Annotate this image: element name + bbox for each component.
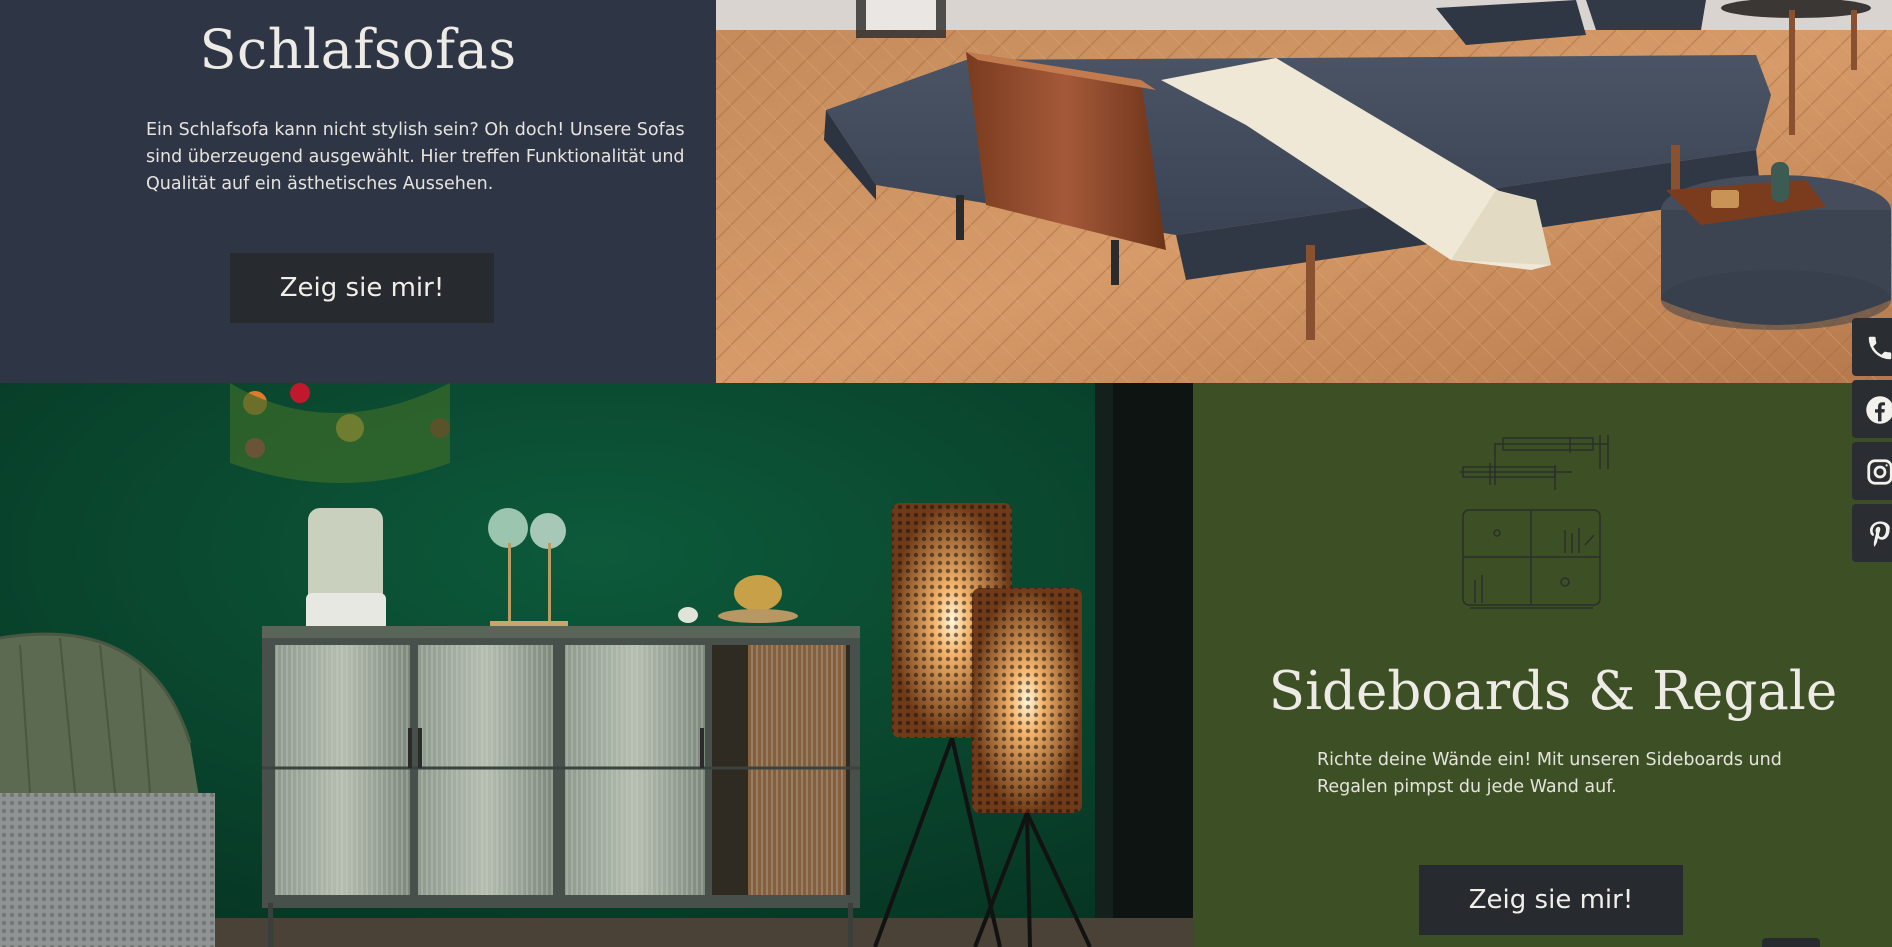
facebook-icon [1866, 396, 1892, 424]
instagram-button[interactable] [1852, 442, 1892, 500]
scroll-to-top-button[interactable] [1762, 938, 1820, 947]
social-sidebar [1852, 318, 1892, 566]
pinterest-button[interactable] [1852, 504, 1892, 562]
sideboards-title: Sideboards & Regale [1268, 661, 1838, 722]
category-teaser-grid: Schlafsofas Ein Schlafsofa kann nicht st… [0, 0, 1892, 947]
schlafsofas-panel: Schlafsofas Ein Schlafsofa kann nicht st… [0, 0, 716, 383]
schlafsofas-description: Ein Schlafsofa kann nicht stylish sein? … [146, 120, 685, 194]
sideboards-panel: Sideboards & Regale Richte deine Wände e… [1193, 383, 1892, 947]
sideboards-cta-button[interactable]: Zeig sie mir! [1419, 865, 1683, 935]
shelf-illustration-icon [1460, 435, 1609, 609]
schlafsofas-title: Schlafsofas [199, 18, 517, 81]
sideboard-photo [0, 383, 1193, 947]
instagram-icon [1867, 459, 1892, 485]
schlafsofas-cta-button[interactable]: Zeig sie mir! [230, 253, 494, 323]
facebook-button[interactable] [1852, 380, 1892, 438]
sideboards-description: Richte deine Wände ein! Mit unseren Side… [1317, 750, 1782, 797]
schlafsofa-photo [716, 0, 1892, 383]
phone-button[interactable] [1852, 318, 1892, 376]
pinterest-icon [1870, 521, 1890, 547]
phone-icon [1868, 336, 1892, 360]
